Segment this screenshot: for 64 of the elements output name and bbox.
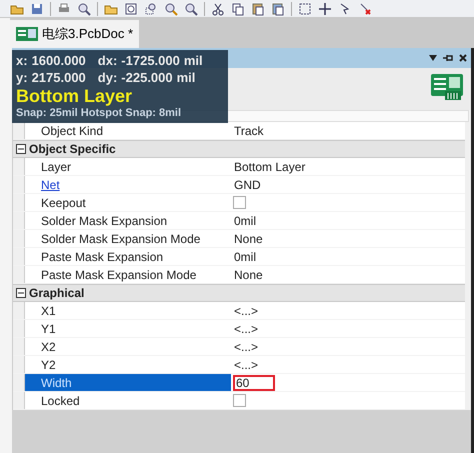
property-value[interactable]: None (233, 230, 275, 246)
unit-label: mil (176, 69, 196, 86)
property-value[interactable]: GND (233, 176, 275, 192)
deselect-icon[interactable] (358, 2, 372, 16)
property-name[interactable]: Net (25, 176, 231, 193)
coordinate-value: 1600.000 (32, 52, 86, 69)
property-name[interactable]: Layer (25, 158, 231, 175)
property-value[interactable]: Bottom Layer (233, 158, 308, 174)
paste-icon[interactable] (251, 2, 265, 16)
close-icon[interactable] (459, 54, 467, 62)
checkbox[interactable] (233, 196, 246, 209)
property-name[interactable]: Width (25, 374, 231, 391)
property-value[interactable]: <...> (233, 320, 275, 336)
axis-label: x: (16, 52, 28, 69)
zoom-page-icon[interactable] (124, 2, 138, 16)
unit-label: mil (184, 52, 203, 69)
copy-icon[interactable] (231, 2, 245, 16)
delta-value: -225.000 (121, 69, 173, 86)
property-name[interactable]: X2 (25, 338, 231, 355)
coordinate-value: 2175.000 (32, 69, 86, 86)
zoom-out-icon[interactable] (184, 2, 198, 16)
checkbox[interactable] (233, 394, 246, 407)
property-name[interactable]: Solder Mask Expansion Mode (25, 230, 231, 247)
section-header[interactable]: Object Specific (13, 140, 465, 158)
property-name[interactable]: Paste Mask Expansion (25, 248, 231, 265)
paste-special-icon[interactable] (271, 2, 285, 16)
property-value[interactable]: 60 (233, 374, 275, 390)
section-header[interactable]: Graphical (13, 284, 465, 302)
property-name[interactable]: Y1 (25, 320, 231, 337)
cursor-icon[interactable] (338, 2, 352, 16)
snap-info: Snap: 25mil Hotspot Snap: 8mil (16, 106, 182, 120)
collapse-icon[interactable] (16, 288, 26, 298)
property-name[interactable]: Keepout (25, 194, 231, 211)
property-value[interactable]: None (233, 266, 275, 282)
dropdown-icon[interactable] (429, 55, 437, 61)
property-value[interactable]: 0mil (233, 248, 275, 264)
property-name[interactable]: X1 (25, 302, 231, 319)
document-tab[interactable]: 电综3.PcbDoc * (10, 20, 140, 48)
save-icon[interactable] (30, 2, 44, 16)
delta-value: -1725.000 (121, 52, 180, 69)
pin-icon[interactable] (443, 54, 453, 62)
property-value[interactable]: Track (233, 122, 275, 138)
axis-label: y: (16, 69, 28, 86)
property-name[interactable]: Solder Mask Expansion (25, 212, 231, 229)
zoom-in-icon[interactable] (164, 2, 178, 16)
move-icon[interactable] (318, 2, 332, 16)
property-value[interactable]: 0mil (233, 212, 275, 228)
circuit-board-icon (16, 27, 38, 41)
magnifier-icon[interactable] (77, 2, 91, 16)
property-name[interactable]: Locked (25, 392, 231, 409)
property-value[interactable]: <...> (233, 356, 275, 372)
property-name[interactable]: Y2 (25, 356, 231, 373)
circuit-board-icon (431, 74, 463, 100)
property-name[interactable]: Paste Mask Expansion Mode (25, 266, 231, 283)
delta-label: dx: (98, 52, 118, 69)
zoom-area-icon[interactable] (144, 2, 158, 16)
selection-icon[interactable] (298, 2, 312, 16)
delta-label: dy: (98, 69, 118, 86)
collapse-icon[interactable] (16, 144, 26, 154)
property-value[interactable]: <...> (233, 302, 275, 318)
property-name[interactable]: Object Kind (25, 122, 231, 139)
layer-name: Bottom Layer (16, 86, 134, 106)
property-value[interactable]: <...> (233, 338, 275, 354)
scissors-icon[interactable] (211, 2, 225, 16)
